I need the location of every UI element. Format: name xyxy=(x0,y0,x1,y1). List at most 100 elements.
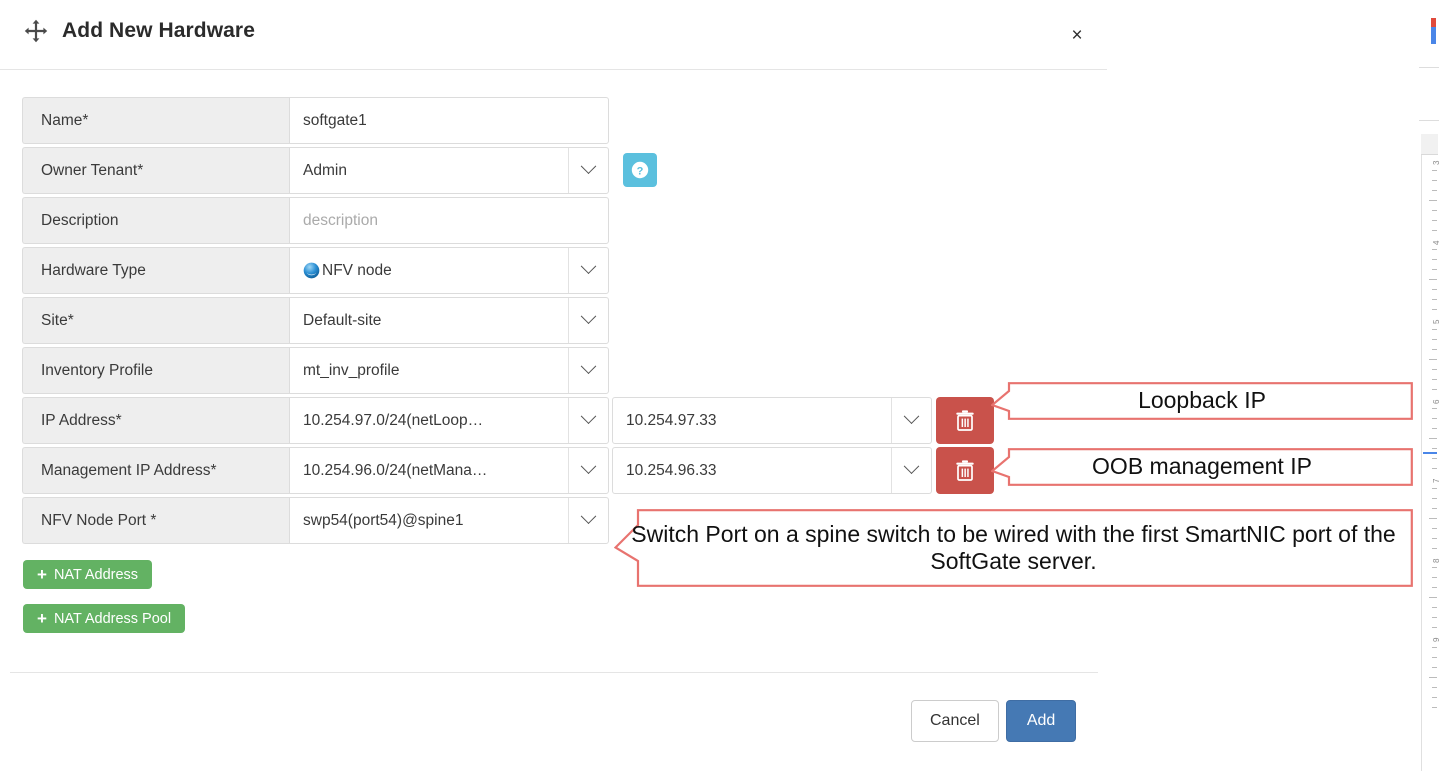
ruler-tick xyxy=(1432,497,1437,499)
ruler-tick xyxy=(1432,468,1437,470)
annotation-callout-switchport: Switch Port on a spine switch to be wire… xyxy=(614,509,1413,587)
ruler-number: 8 xyxy=(1432,558,1439,562)
ip-address-value: 10.254.97.33 xyxy=(626,411,717,429)
chevron-down-icon[interactable] xyxy=(568,148,608,193)
close-icon[interactable]: × xyxy=(1063,22,1091,50)
ruler-number: 6 xyxy=(1432,399,1439,403)
form-row-ip-address: IP Address* 10.254.97.0/24(netLoop… 10.2… xyxy=(22,397,1002,444)
ruler-tick xyxy=(1429,438,1437,440)
chevron-down-icon[interactable] xyxy=(568,348,608,393)
ruler-tick xyxy=(1432,209,1437,211)
chevron-down-icon[interactable] xyxy=(568,448,608,493)
add-nat-address-label: NAT Address xyxy=(53,566,139,583)
delete-management-ip-button[interactable] xyxy=(936,447,994,494)
owner-tenant-value: Admin xyxy=(303,161,347,179)
owner-tenant-select[interactable]: Admin xyxy=(289,147,609,194)
field-label-management-ip-address: Management IP Address* xyxy=(22,447,289,494)
ruler-tick xyxy=(1432,368,1437,370)
ruler-tick xyxy=(1432,487,1437,489)
ruler-tick xyxy=(1432,607,1437,609)
ruler-tick xyxy=(1432,577,1437,579)
ruler-tick xyxy=(1432,617,1437,619)
form-row-description: Description description xyxy=(22,197,1002,244)
ruler-tick xyxy=(1432,686,1437,688)
move-arrows-icon[interactable] xyxy=(24,19,48,43)
ruler-tick xyxy=(1432,259,1437,261)
ruler-tick xyxy=(1432,269,1437,271)
add-nat-address-pool-button[interactable]: + NAT Address Pool xyxy=(23,604,186,633)
nfv-node-port-value: swp54(port54)@spine1 xyxy=(303,511,464,529)
ruler-head xyxy=(1421,134,1438,155)
trash-icon xyxy=(956,409,974,431)
management-ip-subnet-value: 10.254.96.0/24(netMana… xyxy=(303,461,488,479)
chevron-down-icon[interactable] xyxy=(891,398,931,443)
ruler-tick xyxy=(1432,378,1437,380)
ruler-tick xyxy=(1432,309,1437,311)
management-ip-value-select[interactable]: 10.254.96.33 xyxy=(612,447,932,494)
name-input[interactable]: softgate1 xyxy=(289,97,609,144)
field-label-nfv-node-port: NFV Node Port * xyxy=(22,497,289,544)
description-placeholder: description xyxy=(303,211,378,229)
ruler-marker-blue xyxy=(1431,27,1436,44)
ruler-tick xyxy=(1432,656,1437,658)
chevron-down-icon[interactable] xyxy=(568,248,608,293)
add-nat-address-button[interactable]: + NAT Address xyxy=(23,560,153,589)
ruler-tick xyxy=(1432,527,1437,529)
ruler-tick xyxy=(1432,507,1437,509)
ruler-tick xyxy=(1432,666,1437,668)
ruler-tick xyxy=(1432,169,1437,171)
description-input[interactable]: description xyxy=(289,197,609,244)
ruler-tick xyxy=(1432,627,1437,629)
hardware-type-value: NFV node xyxy=(322,261,392,279)
modal-header: Add New Hardware × xyxy=(0,0,1107,70)
annotation-text-loopback: Loopback IP xyxy=(1138,387,1266,414)
help-button[interactable]: ? xyxy=(623,153,657,187)
chevron-down-icon[interactable] xyxy=(568,298,608,343)
field-label-hardware-type: Hardware Type xyxy=(22,247,289,294)
ruler-tick xyxy=(1432,219,1437,221)
ruler-tick xyxy=(1432,418,1437,420)
chevron-down-icon[interactable] xyxy=(568,498,608,543)
chevron-down-icon[interactable] xyxy=(891,448,931,493)
chevron-down-icon[interactable] xyxy=(568,398,608,443)
cancel-button[interactable]: Cancel xyxy=(911,700,999,742)
form-row-inventory-profile: Inventory Profile mt_inv_profile xyxy=(22,347,1002,394)
annotation-callout-oob: OOB management IP xyxy=(991,448,1413,486)
site-select[interactable]: Default-site xyxy=(289,297,609,344)
ip-address-subnet-value: 10.254.97.0/24(netLoop… xyxy=(303,411,484,429)
ruler-number: 9 xyxy=(1432,638,1439,642)
delete-ip-address-button[interactable] xyxy=(936,397,994,444)
ruler-tick xyxy=(1429,358,1437,360)
hardware-form: Name* softgate1 Owner Tenant* Admin ? De… xyxy=(22,97,1002,547)
management-ip-subnet-select[interactable]: 10.254.96.0/24(netMana… xyxy=(289,447,609,494)
ruler-tick xyxy=(1432,408,1437,410)
svg-text:?: ? xyxy=(637,165,644,177)
trash-icon xyxy=(956,459,974,481)
ruler-tick xyxy=(1432,189,1437,191)
ruler-tick xyxy=(1432,229,1437,231)
ruler-tick xyxy=(1432,299,1437,301)
ruler-guide-line-bottom xyxy=(1419,120,1439,121)
annotation-callout-loopback: Loopback IP xyxy=(991,382,1413,420)
page-title: Add New Hardware xyxy=(62,19,255,42)
hardware-type-select[interactable]: NFV node xyxy=(289,247,609,294)
add-button[interactable]: Add xyxy=(1005,700,1077,742)
field-label-description: Description xyxy=(22,197,289,244)
plus-icon: + xyxy=(37,565,47,584)
nfv-node-port-select[interactable]: swp54(port54)@spine1 xyxy=(289,497,609,544)
ip-address-value-select[interactable]: 10.254.97.33 xyxy=(612,397,932,444)
form-row-owner-tenant: Owner Tenant* Admin ? xyxy=(22,147,1002,194)
form-row-management-ip-address: Management IP Address* 10.254.96.0/24(ne… xyxy=(22,447,1002,494)
inventory-profile-select[interactable]: mt_inv_profile xyxy=(289,347,609,394)
ip-address-subnet-select[interactable]: 10.254.97.0/24(netLoop… xyxy=(289,397,609,444)
ruler-tick xyxy=(1432,646,1437,648)
field-label-ip-address: IP Address* xyxy=(22,397,289,444)
add-new-hardware-modal: Add New Hardware × Name* softgate1 Owner… xyxy=(0,0,1107,771)
ruler-tick xyxy=(1429,676,1437,678)
footer-buttons: Cancel Add xyxy=(911,700,1077,742)
ruler-tick xyxy=(1432,249,1437,251)
ruler-tick xyxy=(1432,458,1437,460)
ruler-tick xyxy=(1429,517,1437,519)
field-label-site: Site* xyxy=(22,297,289,344)
ruler-number: 5 xyxy=(1432,320,1439,324)
